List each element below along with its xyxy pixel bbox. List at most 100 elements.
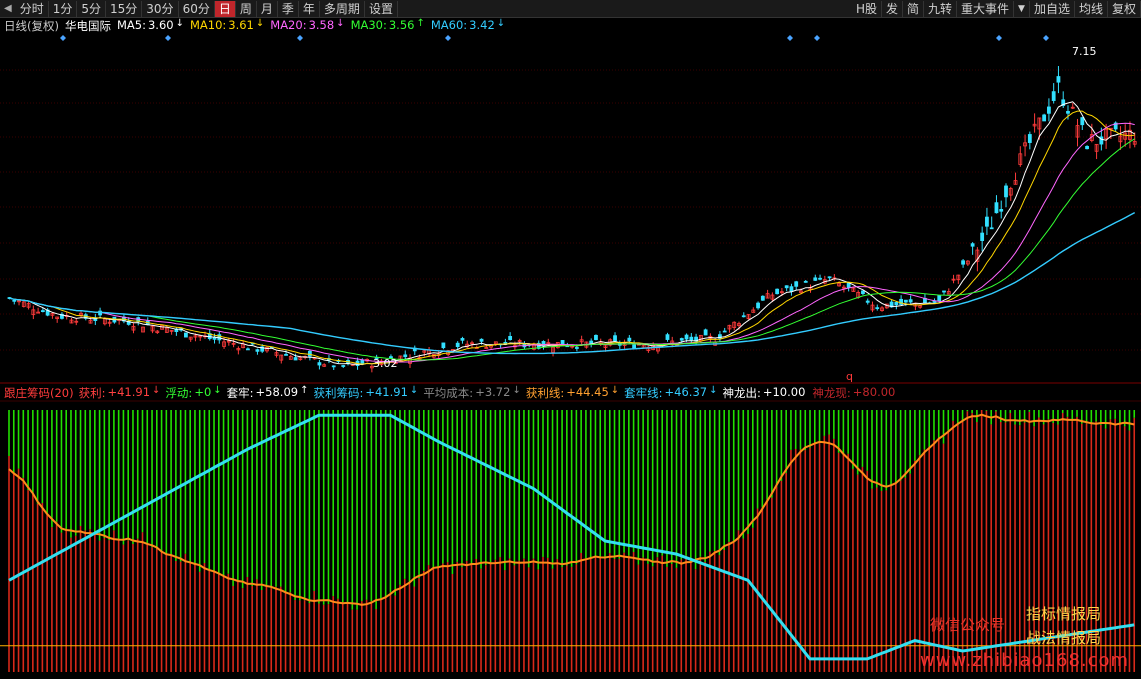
- candle-body: [1027, 134, 1032, 143]
- candle-body: [541, 341, 546, 347]
- candle-body: [255, 349, 260, 352]
- ind-legend-arrow: ↓: [213, 385, 222, 396]
- ma-legend-value: 3.42: [469, 18, 495, 32]
- ind-legend-value: +3.72: [475, 385, 511, 399]
- candle-body: [903, 299, 908, 303]
- ind-legend-value: +46.37: [664, 385, 708, 399]
- tab-tool-4[interactable]: 重大事件: [957, 0, 1015, 17]
- tab-tool-5[interactable]: 加自选: [1030, 0, 1075, 17]
- candle-body: [455, 342, 460, 348]
- ind-legend-7: 神龙出: +10.00: [722, 385, 807, 400]
- ind-legend-label: 套牢:: [226, 386, 254, 400]
- tab-period-4[interactable]: 30分: [142, 0, 179, 17]
- signal-marker: [445, 35, 451, 41]
- tab-tool-3[interactable]: 九转: [924, 0, 958, 17]
- ind-legend-label: 平均成本:: [423, 386, 474, 400]
- candle-body: [722, 330, 727, 333]
- tab-period-11[interactable]: 多周期: [320, 0, 365, 17]
- candle-body: [803, 280, 808, 283]
- ind-legend-label: 神龙出:: [722, 386, 761, 400]
- signal-marker: [814, 35, 820, 41]
- candle-body: [1047, 106, 1051, 114]
- tab-period-1[interactable]: 1分: [49, 0, 78, 17]
- candle-body: [908, 299, 913, 303]
- candle-body: [970, 243, 975, 247]
- tab-period-5[interactable]: 60分: [179, 0, 215, 17]
- ind-legend-label: 神龙现:: [812, 386, 851, 400]
- tab-period-9[interactable]: 季: [278, 0, 299, 17]
- tab-period-6[interactable]: 日: [214, 0, 236, 17]
- ma10-line: [9, 110, 1135, 365]
- dropdown-icon[interactable]: ▼: [1014, 0, 1030, 17]
- tab-tool-7[interactable]: 复权: [1108, 0, 1141, 17]
- ma-legend-arrow: ↓: [175, 18, 184, 29]
- ind-legend-label: 浮动:: [165, 386, 193, 400]
- ma-legend-2: MA20: 3.58 ↓: [270, 18, 344, 32]
- candle-body: [184, 332, 188, 338]
- tab-period-2[interactable]: 5分: [77, 0, 106, 17]
- tab-tool-6[interactable]: 均线: [1075, 0, 1108, 17]
- high-price-label: 7.15: [1072, 45, 1097, 58]
- ma-legend-value: 3.61: [228, 18, 254, 32]
- candle-body: [756, 302, 760, 309]
- ma-legend-1: MA10: 3.61 ↓: [190, 18, 264, 32]
- tab-period-8[interactable]: 月: [257, 0, 278, 17]
- ind-legend-2: 套牢: +58.09 ↑: [226, 385, 309, 400]
- ma-legend-label: MA30:: [350, 18, 387, 32]
- ind-legend-label: 套牢线:: [624, 386, 663, 400]
- candle-body: [508, 336, 513, 341]
- candle-body: [937, 295, 942, 302]
- candle-body: [999, 208, 1004, 212]
- stock-name: 华电国际: [64, 19, 111, 33]
- ind-legend-value: +41.91: [365, 385, 408, 399]
- ind-legend-1: 浮动: +0 ↓: [165, 385, 222, 400]
- tab-period-12[interactable]: 设置: [365, 0, 398, 17]
- candle-body: [441, 342, 446, 349]
- ind-legend-value: +80.00: [852, 385, 896, 399]
- ind-legend-arrow: ↓: [709, 385, 718, 396]
- ma-legend-0: MA5: 3.60 ↓: [117, 18, 184, 32]
- candle-body: [980, 232, 985, 241]
- tab-period-10[interactable]: 年: [299, 0, 320, 17]
- ind-legend-value: +10.00: [762, 385, 806, 399]
- price-grid: [0, 69, 1141, 402]
- ma20-line: [9, 122, 1135, 363]
- ma-legend-arrow: ↑: [416, 18, 425, 29]
- back-icon[interactable]: ◀: [0, 3, 16, 14]
- ind-legend-arrow: ↓: [409, 385, 419, 396]
- candle-body: [861, 290, 865, 295]
- candle-body: [1051, 91, 1056, 101]
- candle-body: [689, 336, 694, 341]
- ma-legend-label: MA60:: [430, 18, 468, 32]
- signal-marker: [787, 35, 793, 41]
- candle-body: [684, 334, 689, 340]
- tab-period-3[interactable]: 15分: [106, 0, 143, 17]
- ma-legend-3: MA30: 3.56 ↑: [351, 18, 425, 32]
- ma-legend-4: MA60: 3.42 ↓: [431, 18, 505, 32]
- ma60-line: [9, 211, 1136, 355]
- low-price-label: 3.02: [373, 357, 398, 370]
- tab-tool-2[interactable]: 简: [903, 0, 924, 17]
- candle-body: [594, 334, 598, 340]
- signal-marker: [165, 35, 171, 41]
- toolbar-left: ◀ 分时 1分 5分 15分 30分 60分日周月季年多周期 设置: [0, 0, 398, 17]
- indicator-name: 跟庄筹码(20): [4, 386, 74, 400]
- ind-legend-value: +41.91: [107, 385, 151, 399]
- tab-period-7[interactable]: 周: [236, 0, 257, 17]
- tab-period-0[interactable]: 分时: [16, 0, 49, 17]
- candle-body: [574, 347, 579, 349]
- candle-body: [341, 365, 346, 367]
- tab-tool-1[interactable]: 发: [882, 0, 903, 17]
- candle-body: [985, 216, 989, 227]
- candle-body: [789, 286, 794, 292]
- candle-body: [989, 227, 994, 230]
- candle-body: [1066, 110, 1070, 114]
- candle-body: [760, 295, 765, 301]
- indicator-legend: 获利: +41.91 ↓ 浮动: +0 ↓ 套牢: +58.09 ↑ 获利筹码: +41.91 ↓ 平均…: [79, 385, 898, 400]
- candle-body: [961, 260, 965, 265]
- tab-tool-0[interactable]: H股: [852, 0, 882, 17]
- ind-legend-label: 获利筹码:: [313, 386, 364, 400]
- price-chart[interactable]: [7, 35, 1137, 373]
- candle-body: [1085, 146, 1089, 150]
- chart-canvas: 7.15 3.02 q: [0, 35, 1141, 672]
